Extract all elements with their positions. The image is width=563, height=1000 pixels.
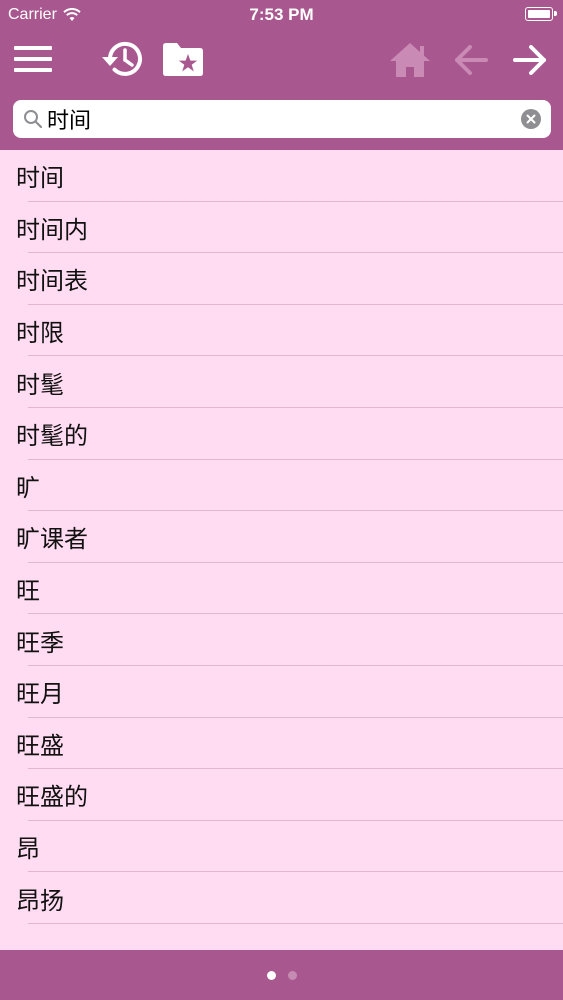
list-item[interactable]: 旷 [0,460,563,512]
list-item-label: 时间内 [16,215,88,244]
list-item-label: 时髦 [16,370,64,399]
list-item[interactable]: 时髦 [0,356,563,408]
list-item-label: 旺 [16,577,40,606]
list-item[interactable]: 旺盛 [0,718,563,770]
search-bar [0,92,563,150]
status-time: 7:53 PM [249,5,314,24]
page-indicator-bar [0,950,563,1000]
back-button[interactable] [452,42,490,78]
favorites-button[interactable] [160,40,206,78]
list-item[interactable]: 旷课者 [0,511,563,563]
list-item-label: 昂 [16,835,40,864]
list-item[interactable]: 昂扬 [0,872,563,924]
list-item[interactable]: 旺 [0,563,563,615]
clear-search-button[interactable] [521,109,541,129]
forward-arrow-icon [513,45,546,75]
list-item-label: 旷课者 [16,525,88,554]
results-list: 时间 时间内 时间表 时限 时髦 时髦的 旷 旷课者 旺 旺季 旺月 旺盛 旺盛… [0,150,563,924]
list-item[interactable]: 昂 [0,821,563,873]
list-item-label: 旷 [16,473,40,502]
back-arrow-icon [455,45,488,75]
list-item-label: 昂扬 [16,886,64,915]
history-icon [102,41,142,76]
list-item-label: 旺盛的 [16,783,88,812]
search-icon [24,110,43,129]
list-item-label: 时间 [16,164,64,193]
list-item[interactable]: 时限 [0,305,563,357]
list-item[interactable]: 时间表 [0,253,563,305]
list-item-label: 旺季 [16,628,64,657]
list-item[interactable]: 旺盛的 [0,769,563,821]
list-item[interactable]: 时间内 [0,202,563,254]
toolbar [0,30,563,92]
search-input[interactable] [47,102,507,136]
clear-icon [526,114,536,124]
menu-icon [14,46,52,72]
page-dot-active[interactable] [266,970,276,980]
list-item-label: 时限 [16,319,64,348]
list-item[interactable]: 时间 [0,150,563,202]
battery-icon [525,7,557,21]
list-item-label: 时髦的 [16,422,88,451]
list-item[interactable]: 旺季 [0,614,563,666]
home-button[interactable] [388,40,432,80]
home-icon [390,43,430,77]
list-item[interactable]: 旺月 [0,666,563,718]
page-dot[interactable] [287,970,297,980]
history-button[interactable] [98,36,146,82]
favorites-folder-icon [163,43,203,76]
status-bar: Carrier 7:53 PM [0,0,563,30]
search-box[interactable] [13,100,551,138]
list-item-label: 旺盛 [16,731,64,760]
list-item-label: 旺月 [16,680,64,709]
list-item[interactable]: 时髦的 [0,408,563,460]
forward-button[interactable] [510,42,550,78]
menu-button[interactable] [12,42,54,76]
list-item-label: 时间表 [16,267,88,296]
